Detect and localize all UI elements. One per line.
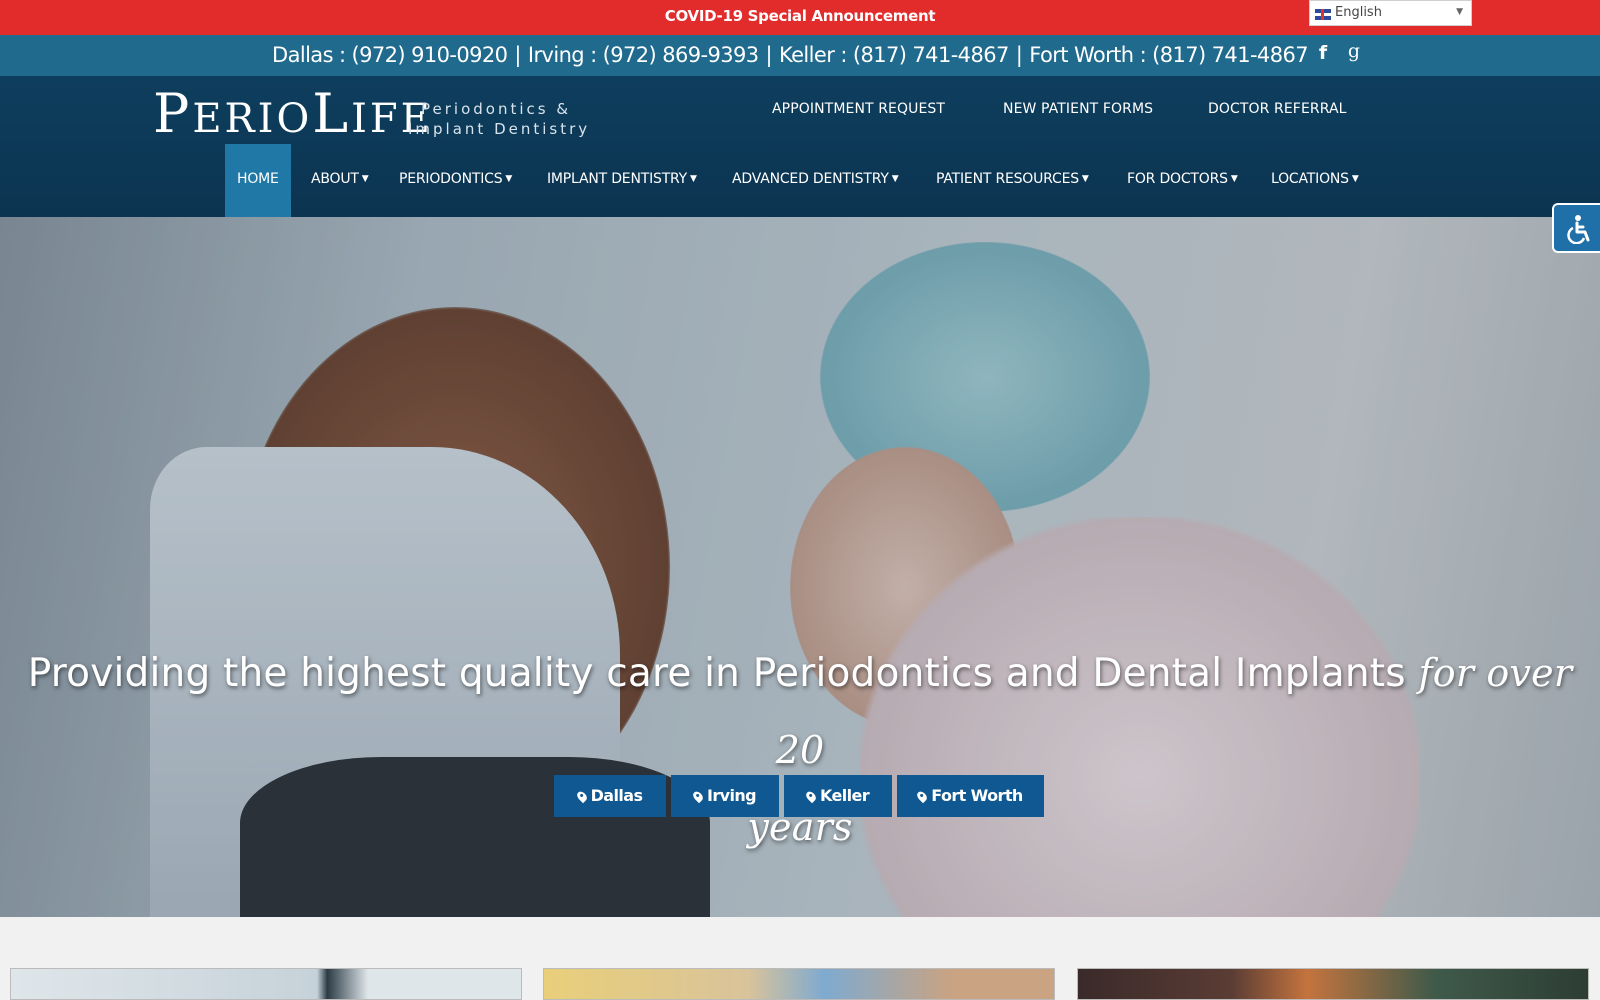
- uk-flag-icon: [1315, 9, 1331, 20]
- nav-advanced-dentistry[interactable]: ADVANCED DENTISTRY ▼: [732, 144, 899, 217]
- doctor-referral-link[interactable]: DOCTOR REFERRAL: [1208, 101, 1347, 117]
- phone-list: Dallas : (972) 910-0920 | Irving : (972) 8…: [272, 43, 1309, 67]
- feature-card-1[interactable]: [10, 968, 522, 1000]
- phone-keller[interactable]: Keller : (817) 741-4867: [779, 43, 1009, 67]
- caret-down-icon: ▼: [1081, 174, 1089, 184]
- hero-banner: Providing the highest quality care in Pe…: [0, 217, 1600, 917]
- nav-for-doctors[interactable]: FOR DOCTORS ▼: [1127, 144, 1238, 217]
- map-marker-icon: [574, 789, 589, 804]
- nav-implant-dentistry[interactable]: IMPLANT DENTISTRY ▼: [547, 144, 697, 217]
- caret-down-icon: ▼: [1230, 174, 1238, 184]
- caret-down-icon: ▼: [361, 174, 369, 184]
- logo-tagline: Periodontics & Implant Dentistry: [408, 100, 591, 138]
- caret-down-icon: ▼: [690, 174, 697, 184]
- nav-home[interactable]: HOME: [225, 144, 291, 217]
- site-header: PERIOLIFE Periodontics & Implant Dentist…: [0, 76, 1600, 217]
- location-button-irving[interactable]: Irving: [671, 775, 779, 817]
- phone-dallas[interactable]: Dallas : (972) 910-0920: [272, 43, 508, 67]
- announcement-bar: COVID-19 Special Announcement English ▼: [0, 0, 1600, 35]
- nav-locations[interactable]: LOCATIONS ▼: [1271, 144, 1359, 217]
- language-select-value: English: [1335, 5, 1382, 20]
- caret-down-icon: ▼: [891, 174, 899, 184]
- feature-card-3[interactable]: [1077, 968, 1589, 1000]
- phone-separator: |: [514, 43, 521, 67]
- accessibility-button[interactable]: [1552, 203, 1600, 253]
- facebook-icon[interactable]: f: [1312, 42, 1334, 64]
- location-button-dallas[interactable]: Dallas: [554, 775, 666, 817]
- nav-periodontics[interactable]: PERIODONTICS ▼: [399, 144, 512, 217]
- phone-fort-worth[interactable]: Fort Worth : (817) 741-4867: [1029, 43, 1308, 67]
- chevron-down-icon: ▼: [1456, 7, 1463, 17]
- google-icon[interactable]: g: [1343, 40, 1365, 62]
- wheelchair-icon: [1567, 215, 1590, 244]
- location-button-keller[interactable]: Keller: [784, 775, 892, 817]
- phone-separator: |: [1015, 43, 1023, 67]
- phone-irving[interactable]: Irving : (972) 869-9393: [528, 43, 759, 67]
- feature-card-2[interactable]: [543, 968, 1055, 1000]
- periolife-logo[interactable]: PERIOLIFE Periodontics & Implant Dentist…: [153, 82, 587, 145]
- map-marker-icon: [691, 789, 705, 804]
- phone-separator: |: [765, 43, 773, 67]
- caret-down-icon: ▼: [505, 174, 513, 184]
- nav-about[interactable]: ABOUT ▼: [311, 144, 369, 217]
- new-patient-forms-link[interactable]: NEW PATIENT FORMS: [1003, 101, 1153, 117]
- location-button-fort-worth[interactable]: Fort Worth: [897, 775, 1044, 817]
- map-marker-icon: [804, 789, 818, 804]
- caret-down-icon: ▼: [1351, 174, 1359, 184]
- language-select[interactable]: English ▼: [1309, 0, 1472, 26]
- map-marker-icon: [915, 789, 930, 804]
- nav-patient-resources[interactable]: PATIENT RESOURCES ▼: [936, 144, 1089, 217]
- hero-headline: Providing the highest quality care in Pe…: [27, 651, 1573, 849]
- appointment-request-link[interactable]: APPOINTMENT REQUEST: [772, 101, 945, 117]
